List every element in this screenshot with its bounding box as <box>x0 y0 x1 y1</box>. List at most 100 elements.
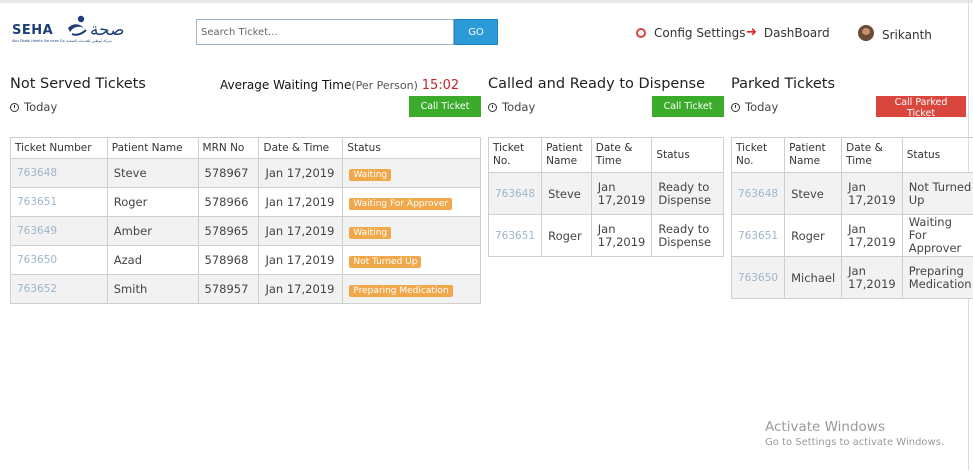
user-menu[interactable]: Srikanth <box>858 24 932 42</box>
status-text: Preparing Medication <box>901 256 973 299</box>
date-time: Jan 17,2019 <box>841 172 903 215</box>
today-label: Today <box>745 100 779 114</box>
mrn-no: 578965 <box>197 216 260 246</box>
date-time: Jan 17,2019 <box>258 187 344 217</box>
status-text: Ready to Dispense <box>651 172 724 215</box>
status-cell: Waiting <box>342 158 481 188</box>
table-row[interactable]: 763651 Roger Jan 17,2019 Ready to Dispense <box>487 214 724 257</box>
table-row[interactable]: 763650 Azad 578968 Jan 17,2019 Not Turne… <box>10 245 481 275</box>
status-badge: Waiting For Approver <box>349 197 453 210</box>
circle-icon <box>636 28 646 38</box>
date-time: Jan 17,2019 <box>258 245 344 275</box>
call-ticket-button[interactable]: Call Ticket <box>409 96 481 117</box>
top-border <box>0 0 973 3</box>
watermark-title: Activate Windows <box>765 419 885 435</box>
today-label: Today <box>502 100 536 114</box>
status-badge: Waiting <box>349 226 392 239</box>
table-row[interactable]: 763649 Amber 578965 Jan 17,2019 Waiting <box>10 216 481 246</box>
call-parked-ticket-button[interactable]: Call Parked Ticket <box>876 96 966 119</box>
column-header: Ticket Number <box>10 137 108 159</box>
mrn-no: 578968 <box>197 245 260 275</box>
parked-table: Ticket No. Patient Name Date & Time Status … <box>730 137 973 299</box>
date-time: Jan 17,2019 <box>841 214 903 257</box>
table-row[interactable]: 763650 Michael Jan 17,2019 Preparing Medic… <box>730 256 973 299</box>
status-cell: Waiting <box>342 216 481 246</box>
column-header: Date & Time <box>590 137 653 173</box>
avg-value: 15:02 <box>421 78 460 93</box>
ticket-number-link[interactable]: 763648 <box>487 172 543 215</box>
user-name: Srikanth <box>882 28 932 42</box>
column-header: Date & Time <box>841 137 903 173</box>
ticket-number-link[interactable]: 763650 <box>10 245 108 275</box>
not-served-today: Today <box>10 100 57 114</box>
ticket-number-link[interactable]: 763651 <box>487 214 543 257</box>
ticket-number-link[interactable]: 763652 <box>10 274 108 304</box>
logo-text: SEHA <box>12 23 54 38</box>
ticket-number-link[interactable]: 763648 <box>730 172 786 215</box>
patient-name: Amber <box>106 216 199 246</box>
table-row[interactable]: 763651 Roger 578966 Jan 17,2019 Waiting … <box>10 187 481 217</box>
activate-windows-watermark: Activate Windows Go to Settings to activ… <box>765 419 944 448</box>
status-cell: Not Turned Up <box>342 245 481 275</box>
called-table: Ticket No. Patient Name Date & Time Status … <box>487 137 724 257</box>
status-text: Waiting For Approver <box>901 214 973 257</box>
table-row[interactable]: 763651 Roger Jan 17,2019 Waiting For Appro… <box>730 214 973 257</box>
ticket-number-link[interactable]: 763651 <box>10 187 108 217</box>
date-time: Jan 17,2019 <box>841 256 903 299</box>
column-header: Status <box>651 137 724 173</box>
table-header-row: Ticket Number Patient Name MRN No Date &… <box>10 137 481 159</box>
parked-title: Parked Tickets <box>731 76 836 92</box>
logo-arabic: صحة <box>90 20 125 40</box>
clock-icon <box>488 102 497 112</box>
table-row[interactable]: 763648 Steve Jan 17,2019 Ready to Dispense <box>487 172 724 215</box>
column-header: Date & Time <box>258 137 344 159</box>
called-today: Today <box>488 100 535 114</box>
config-settings-link[interactable]: Config Settings <box>636 26 746 40</box>
patient-name: Roger <box>541 214 592 257</box>
table-row[interactable]: 763648 Steve 578967 Jan 17,2019 Waiting <box>10 158 481 188</box>
ticket-number-link[interactable]: 763649 <box>10 216 108 246</box>
seha-logo: SEHA Abu Dhabi Health Services Co. شركة … <box>10 14 130 48</box>
patient-name: Azad <box>106 245 199 275</box>
table-row[interactable]: 763652 Smith 578957 Jan 17,2019 Preparin… <box>10 274 481 304</box>
clock-icon <box>731 102 740 112</box>
mrn-no: 578957 <box>197 274 260 304</box>
status-badge: Not Turned Up <box>349 255 422 268</box>
patient-name: Steve <box>106 158 199 188</box>
patient-name: Roger <box>106 187 199 217</box>
column-header: Ticket No. <box>487 137 543 173</box>
date-time: Jan 17,2019 <box>258 274 344 304</box>
table-row[interactable]: 763648 Steve Jan 17,2019 Not Turned Up <box>730 172 973 215</box>
date-time: Jan 17,2019 <box>590 172 653 215</box>
patient-name: Michael <box>784 256 843 299</box>
patient-name: Steve <box>541 172 592 215</box>
today-label: Today <box>24 100 58 114</box>
ticket-number-link[interactable]: 763650 <box>730 256 786 299</box>
average-waiting-time: Average Waiting Time(Per Person) 15:02 <box>220 78 459 93</box>
dashboard-link[interactable]: ➜ DashBoard <box>746 26 830 40</box>
not-served-title: Not Served Tickets <box>10 76 146 92</box>
table-header-row: Ticket No. Patient Name Date & Time Status <box>487 137 724 173</box>
ticket-number-link[interactable]: 763651 <box>730 214 786 257</box>
table-header-row: Ticket No. Patient Name Date & Time Status <box>730 137 973 173</box>
ticket-number-link[interactable]: 763648 <box>10 158 108 188</box>
call-ticket-button-2[interactable]: Call Ticket <box>652 96 724 117</box>
status-badge: Waiting <box>349 168 392 181</box>
avatar <box>858 25 874 41</box>
column-header: Status <box>342 137 481 159</box>
date-time: Jan 17,2019 <box>258 216 344 246</box>
clock-icon <box>10 102 19 112</box>
column-header: Patient Name <box>106 137 199 159</box>
go-button[interactable]: GO <box>454 19 498 45</box>
search-input[interactable] <box>196 19 454 45</box>
date-time: Jan 17,2019 <box>590 214 653 257</box>
watermark-subtitle: Go to Settings to activate Windows. <box>765 437 945 448</box>
status-cell: Preparing Medication <box>342 274 481 304</box>
patient-name: Smith <box>106 274 199 304</box>
date-time: Jan 17,2019 <box>258 158 344 188</box>
status-text: Ready to Dispense <box>651 214 724 257</box>
status-cell: Waiting For Approver <box>342 187 481 217</box>
arrow-right-icon: ➜ <box>746 25 757 40</box>
config-settings-label: Config Settings <box>654 26 746 40</box>
dashboard-label: DashBoard <box>763 26 830 40</box>
